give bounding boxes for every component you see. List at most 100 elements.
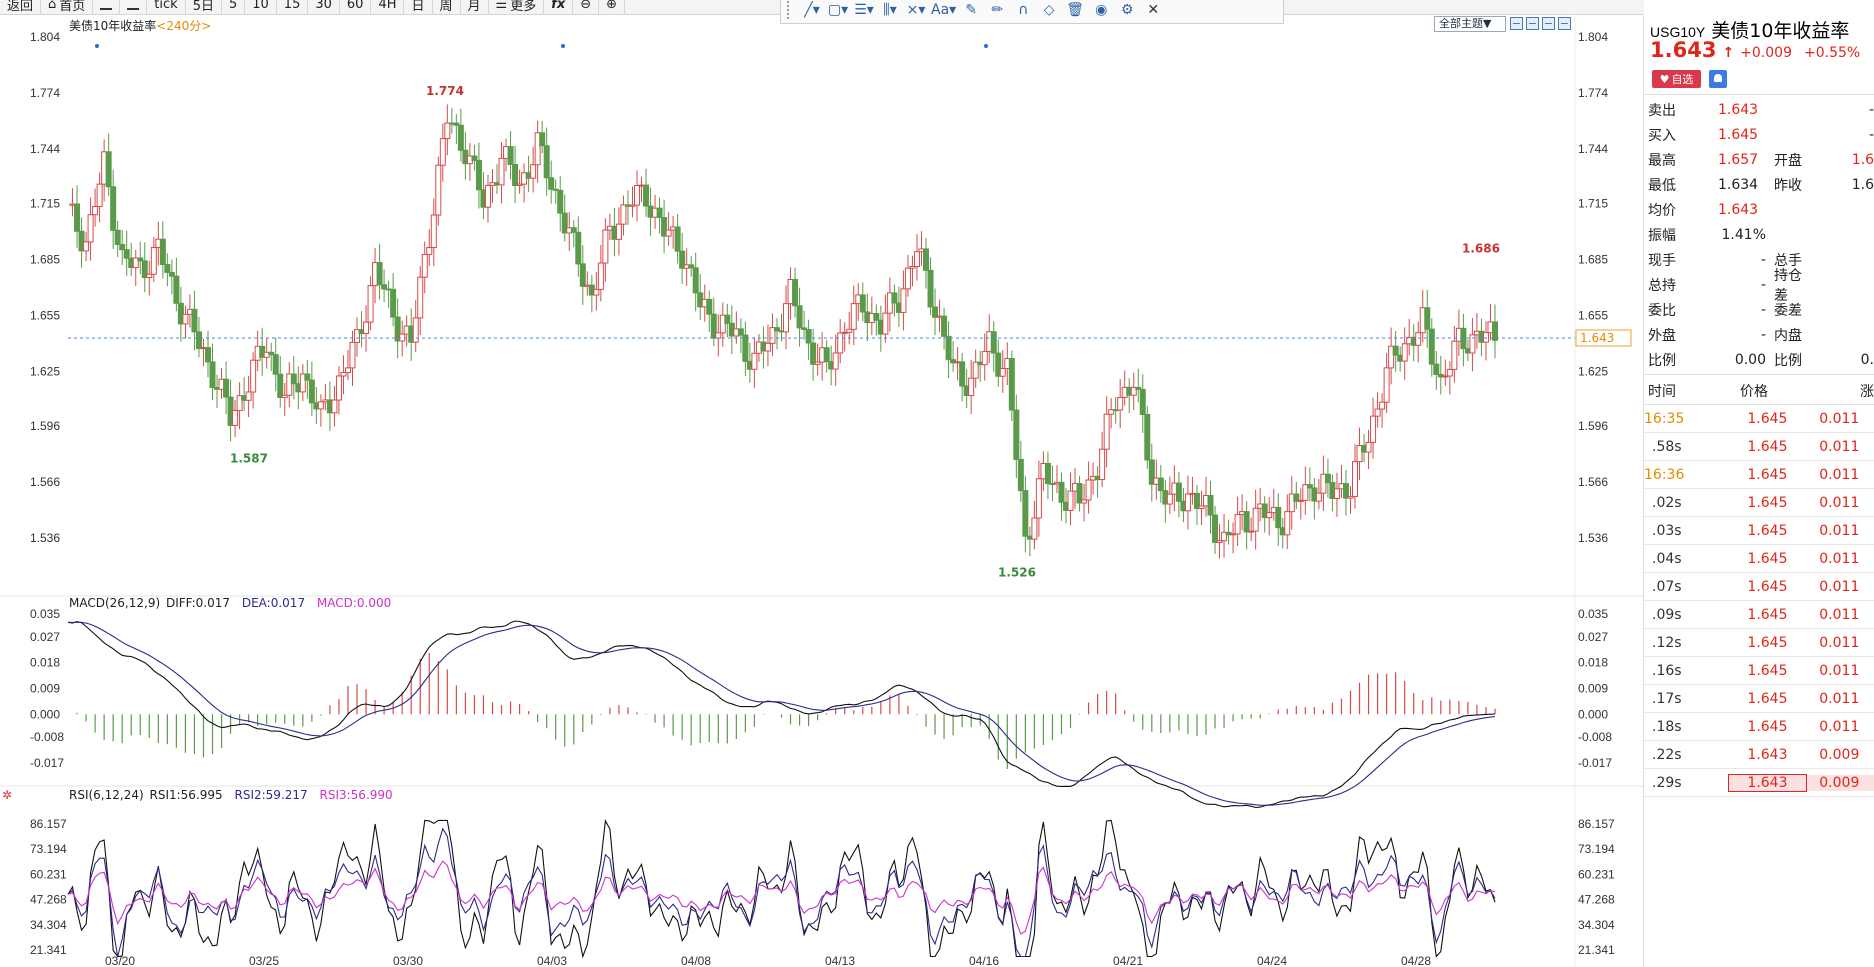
- y-tick-right: 1.685: [1578, 252, 1608, 266]
- x-tick: 03/25: [249, 954, 279, 967]
- tick-time: 16:36: [1644, 466, 1685, 483]
- zoom-out-icon: ⊖: [580, 0, 592, 12]
- candle-body: [1482, 332, 1489, 343]
- channel-tool[interactable]: ⫼▾: [879, 0, 901, 21]
- period-15-button[interactable]: 15: [277, 0, 309, 15]
- candle-body: [859, 294, 866, 313]
- theme-select[interactable]: 全部主题▼: [1434, 16, 1506, 32]
- layout-3-icon[interactable]: [1542, 17, 1555, 30]
- y-tick-right: 1.744: [1578, 142, 1608, 156]
- more-button[interactable]: ☰ 更多: [489, 0, 545, 15]
- tick-change: 0.011: [1819, 494, 1860, 511]
- candle-body: [981, 350, 988, 366]
- candle-body: [1333, 488, 1340, 499]
- layout-1-icon[interactable]: [1510, 17, 1523, 30]
- tick-time: .02s: [1652, 494, 1682, 511]
- close-drawbar-button[interactable]: ✕: [1142, 0, 1164, 21]
- tick-row[interactable]: .29s 1.643 0.009: [1644, 769, 1874, 797]
- zoom-out-button[interactable]: ⊖: [573, 0, 600, 15]
- tick-row[interactable]: .22s 1.643 0.009: [1644, 741, 1874, 769]
- tick-change: 0.011: [1819, 438, 1860, 455]
- alert-button[interactable]: [1709, 70, 1727, 88]
- candle-body: [74, 203, 81, 232]
- formula-button[interactable]: fx: [544, 0, 574, 15]
- period-month-button[interactable]: 月: [461, 0, 489, 15]
- period-week-button[interactable]: 周: [433, 0, 461, 15]
- pen-tool[interactable]: ✏: [986, 0, 1008, 21]
- text-tool[interactable]: Aa▾: [931, 0, 956, 21]
- settings-tool[interactable]: ⚙: [1116, 0, 1138, 21]
- layout-2-icon[interactable]: [1526, 17, 1539, 30]
- tick-row[interactable]: 16:35 1.645 0.011: [1644, 405, 1874, 433]
- ruler-tool[interactable]: ✎: [960, 0, 982, 21]
- tick-row[interactable]: .04s 1.645 0.011: [1644, 545, 1874, 573]
- layout-4-icon[interactable]: [1558, 17, 1571, 30]
- candle-body: [737, 328, 744, 336]
- rsi-y-tick-left: 73.194: [30, 842, 67, 856]
- tick-row[interactable]: .18s 1.645 0.011: [1644, 713, 1874, 741]
- period-5day-button[interactable]: 5日: [186, 0, 222, 15]
- candle-body: [539, 132, 546, 147]
- bar-chart-button[interactable]: [93, 0, 121, 15]
- tick-row[interactable]: 16:36 1.645 0.011: [1644, 461, 1874, 489]
- tick-row[interactable]: .03s 1.645 0.011: [1644, 517, 1874, 545]
- trendline-tool[interactable]: ╱▾: [801, 0, 823, 21]
- candle-chart-button[interactable]: [120, 0, 148, 15]
- period-5-button[interactable]: 5: [222, 0, 246, 15]
- candle-body: [1451, 340, 1458, 370]
- magnet-tool[interactable]: ∩: [1012, 0, 1034, 21]
- tick-price: 1.643: [1727, 773, 1808, 792]
- y-tick-left: 1.625: [30, 365, 60, 379]
- zoom-in-button[interactable]: ⊕: [599, 0, 626, 15]
- favorite-button[interactable]: ♥ 自选: [1652, 70, 1701, 88]
- period-tick-button[interactable]: tick: [147, 0, 186, 15]
- last-price: 1.643: [1650, 38, 1717, 62]
- candle-body: [1252, 507, 1259, 532]
- tick-change: 0.011: [1819, 634, 1860, 651]
- pattern-tool[interactable]: ⨯▾: [905, 0, 927, 21]
- shape-tool[interactable]: ▢▾: [827, 0, 849, 21]
- tick-header-change: 涨: [1860, 383, 1874, 400]
- tick-time: .04s: [1652, 550, 1682, 567]
- candle-body: [146, 273, 153, 279]
- quote-value: -: [1760, 301, 1766, 318]
- macd-y-tick-left: 0.027: [30, 630, 60, 644]
- tick-row[interactable]: .17s 1.645 0.011: [1644, 685, 1874, 713]
- candle-body: [1117, 396, 1124, 411]
- tick-change: 0.011: [1819, 410, 1860, 427]
- visibility-tool[interactable]: ◉: [1090, 0, 1112, 21]
- candle-body: [430, 214, 437, 249]
- tick-row[interactable]: .12s 1.645 0.011: [1644, 629, 1874, 657]
- settings-icon[interactable]: ✲: [2, 788, 12, 802]
- y-tick-right: 1.774: [1578, 86, 1608, 100]
- eraser-tool[interactable]: ◇: [1038, 0, 1060, 21]
- back-button[interactable]: 返回: [0, 0, 42, 15]
- tick-change: 0.009: [1819, 746, 1860, 763]
- candle-body: [968, 377, 975, 396]
- quote-value: 1.643: [1718, 101, 1759, 118]
- tick-price: 1.645: [1747, 578, 1788, 595]
- y-tick-right: 1.596: [1578, 419, 1608, 433]
- period-10-button[interactable]: 10: [245, 0, 277, 15]
- chart-canvas[interactable]: 1.804 1.804 1.774 1.774 1.744 1.744 1.715 1.715…: [0, 14, 1643, 967]
- candle-body: [620, 204, 627, 225]
- period-60-button[interactable]: 60: [340, 0, 372, 15]
- drag-handle[interactable]: [787, 1, 793, 19]
- candle-body: [1013, 409, 1020, 460]
- period-4h-button[interactable]: 4H: [371, 0, 405, 15]
- tick-row[interactable]: .16s 1.645 0.011: [1644, 657, 1874, 685]
- delete-tool[interactable]: 🗑: [1064, 0, 1086, 21]
- candle-body: [1266, 512, 1273, 519]
- tick-row[interactable]: .02s 1.645 0.011: [1644, 489, 1874, 517]
- y-tick-right: 1.566: [1578, 475, 1608, 489]
- tick-row[interactable]: .09s 1.645 0.011: [1644, 601, 1874, 629]
- fib-tool[interactable]: ☰▾: [853, 0, 875, 21]
- period-day-button[interactable]: 日: [404, 0, 433, 15]
- tick-row[interactable]: .58s 1.645 0.011: [1644, 433, 1874, 461]
- period-30-button[interactable]: 30: [308, 0, 340, 15]
- home-button[interactable]: ⌂ 首页: [41, 0, 94, 15]
- tick-row[interactable]: .07s 1.645 0.011: [1644, 573, 1874, 601]
- tick-list[interactable]: 16:35 1.645 0.011 .58s 1.645 0.011 16:36 1.645 0…: [1644, 405, 1874, 797]
- quote-label: 委比: [1648, 302, 1676, 319]
- macd-y-tick-left: 0.009: [30, 682, 60, 696]
